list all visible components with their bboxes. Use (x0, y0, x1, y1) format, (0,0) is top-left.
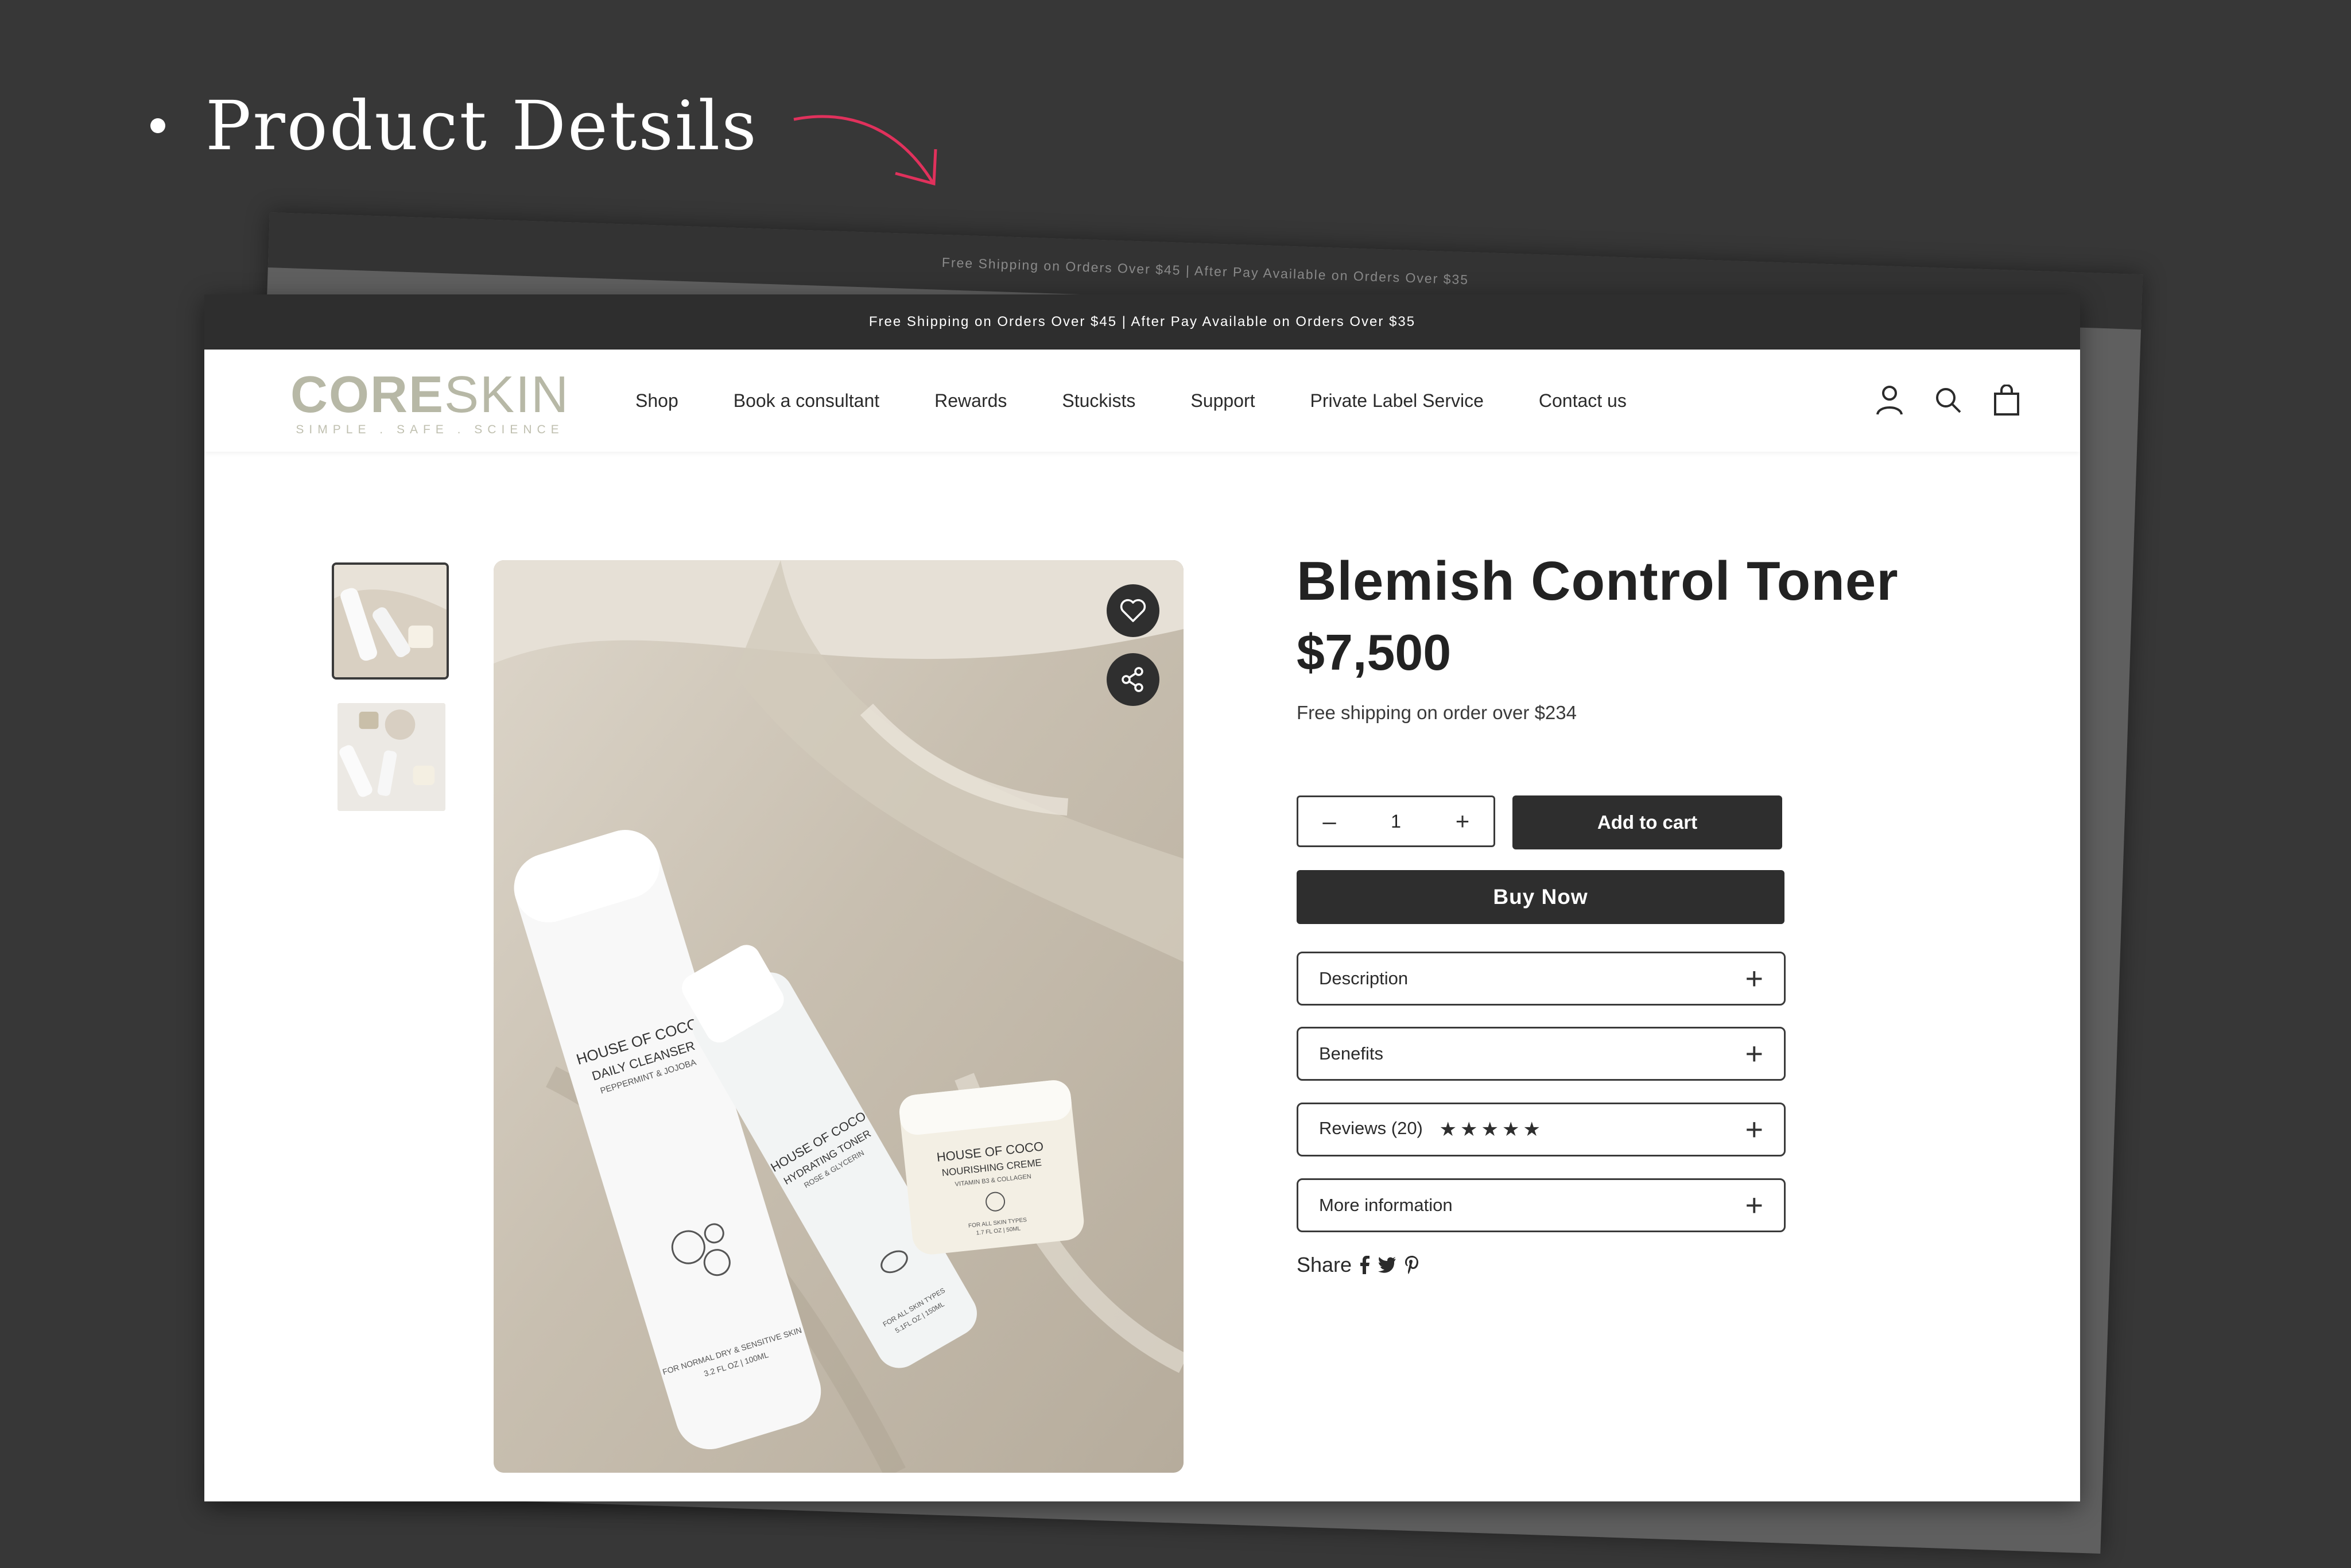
accordion-benefits-label: Benefits (1319, 1043, 1384, 1064)
search-icon[interactable] (1932, 384, 1964, 416)
nav-support[interactable]: Support (1190, 390, 1255, 412)
shipping-note: Free shipping on order over $234 (1297, 702, 1577, 723)
accordion-more-information[interactable]: More information + (1297, 1178, 1786, 1232)
wishlist-button[interactable] (1107, 584, 1159, 637)
announcement-bar: Free Shipping on Orders Over $45 | After… (204, 294, 2080, 350)
accordion-benefits[interactable]: Benefits + (1297, 1027, 1786, 1081)
gallery-thumbnail-1[interactable] (332, 562, 449, 680)
main-nav: Shop Book a consultant Rewards Stuckists… (635, 350, 1682, 452)
rating-stars: ★ ★ ★ ★ ★ (1440, 1118, 1544, 1141)
quantity-value[interactable]: 1 (1391, 811, 1401, 832)
coreskin-logo[interactable]: CORESKIN SIMPLE . SAFE . SCIENCE (290, 369, 569, 437)
nav-contact-us[interactable]: Contact us (1539, 390, 1627, 412)
product-page: Free Shipping on Orders Over $45 | After… (204, 294, 2080, 1501)
quantity-stepper: – 1 + (1297, 795, 1495, 847)
product-photo: HOUSE OF COCO DAILY CLEANSER PEPPERMINT … (494, 560, 1184, 1473)
nav-stuckists[interactable]: Stuckists (1062, 390, 1135, 412)
share-row: Share (1297, 1253, 1419, 1277)
decrease-quantity-button[interactable]: – (1318, 808, 1341, 835)
facebook-icon[interactable] (1360, 1256, 1370, 1274)
share-nodes-icon (1122, 667, 1143, 692)
logo-tagline: SIMPLE . SAFE . SCIENCE (296, 423, 564, 436)
add-to-cart-button[interactable]: Add to cart (1512, 795, 1782, 849)
heart-icon (1120, 599, 1146, 622)
pinterest-icon[interactable] (1405, 1256, 1419, 1274)
product-info: Blemish Control Toner $7,500 Free shippi… (1297, 547, 1928, 724)
plus-icon: + (1745, 1037, 1763, 1071)
buy-now-button[interactable]: Buy Now (1297, 870, 1784, 924)
header-icons (1847, 384, 2023, 416)
star-icon: ★ (1502, 1119, 1520, 1140)
nav-private-label-service[interactable]: Private Label Service (1310, 390, 1484, 412)
nav-shop[interactable]: Shop (635, 390, 678, 412)
accordion-reviews-label: Reviews (20) (1319, 1118, 1423, 1139)
logo-core-text: CORE (290, 366, 445, 424)
star-icon: ★ (1481, 1119, 1499, 1140)
bullet-dot (150, 118, 165, 133)
presentation-title: Product Detsils (205, 86, 758, 165)
nav-rewards[interactable]: Rewards (934, 390, 1007, 412)
accordion-more-info-label: More information (1319, 1195, 1453, 1215)
star-icon: ★ (1523, 1119, 1541, 1140)
accordion-description[interactable]: Description + (1297, 952, 1786, 1006)
accordion-description-label: Description (1319, 968, 1409, 988)
increase-quantity-button[interactable]: + (1451, 808, 1474, 835)
product-main-image: HOUSE OF COCO DAILY CLEANSER PEPPERMINT … (494, 560, 1184, 1473)
plus-icon: + (1745, 961, 1763, 996)
gallery-thumbnail-2[interactable] (337, 703, 445, 811)
presentation-heading: Product Detsils (150, 86, 758, 165)
share-image-button[interactable] (1107, 653, 1159, 706)
star-icon: ★ (1439, 1119, 1457, 1140)
product-price: $7,500 (1297, 624, 1452, 681)
product-title: Blemish Control Toner (1297, 550, 1899, 612)
accordion-reviews[interactable]: Reviews (20) ★ ★ ★ ★ ★ + (1297, 1103, 1786, 1156)
account-icon[interactable] (1873, 384, 1906, 416)
plus-icon: + (1745, 1112, 1763, 1147)
plus-icon: + (1745, 1188, 1763, 1222)
share-label: Share (1297, 1253, 1352, 1276)
purchase-row: – 1 + Add to cart (1297, 795, 1782, 849)
nav-book-consultant[interactable]: Book a consultant (734, 390, 879, 412)
logo-skin-text: SKIN (444, 366, 570, 424)
cart-bag-icon[interactable] (1991, 384, 2023, 416)
twitter-icon[interactable] (1378, 1257, 1396, 1273)
curved-arrow-icon (793, 115, 937, 186)
star-icon: ★ (1460, 1119, 1478, 1140)
site-header: CORESKIN SIMPLE . SAFE . SCIENCE Shop Bo… (204, 350, 2080, 452)
